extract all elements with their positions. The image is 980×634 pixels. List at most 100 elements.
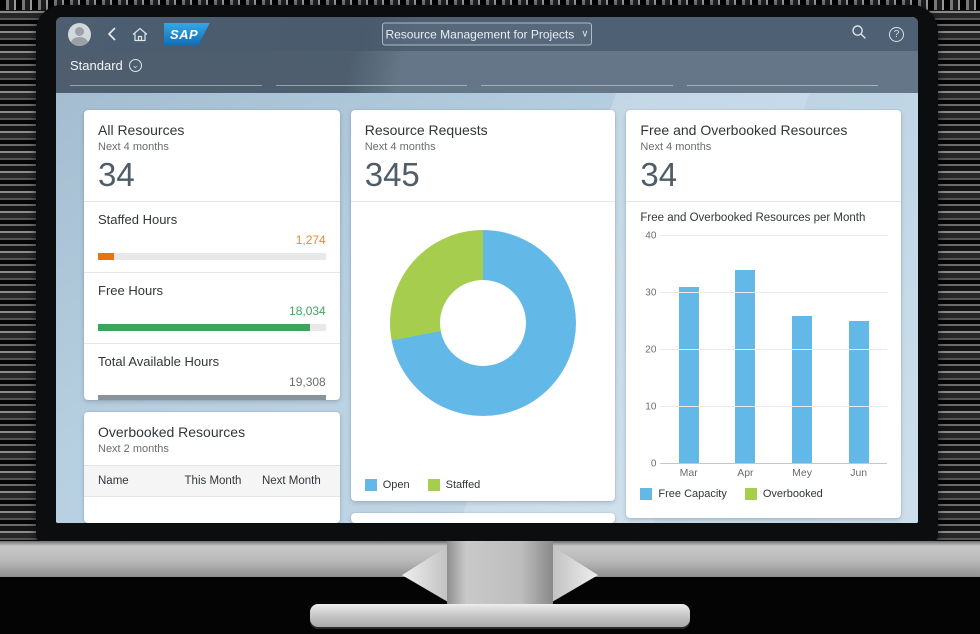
x-tick-label: Apr: [717, 467, 774, 479]
app-switcher-label: Resource Management for Projects: [385, 27, 574, 41]
kpi-value: 18,034: [98, 304, 326, 318]
monitor-mockup-scene: SAP Resource Management for Projects ∨ ?: [0, 0, 980, 634]
app-switcher-dropdown[interactable]: Resource Management for Projects ∨: [382, 23, 592, 46]
variant-label: Standard: [70, 58, 123, 73]
donut-legend: Open Staffed: [351, 470, 616, 501]
progress-fill: [98, 324, 310, 331]
y-tick-label: 30: [645, 288, 656, 299]
gridline: [660, 349, 887, 350]
card-title: Free and Overbooked Resources: [640, 122, 887, 138]
sap-logo: SAP: [164, 23, 210, 46]
legend-item-open: Open: [365, 479, 410, 491]
progress-fill: [98, 395, 326, 400]
bar-slot: [660, 236, 717, 463]
kpi-label: Free Hours: [98, 283, 326, 298]
bar-mey[interactable]: [792, 316, 812, 464]
overbooked-resources-card[interactable]: Overbooked Resources Next 2 months Name …: [84, 412, 340, 523]
kpi-label: Total Available Hours: [98, 354, 326, 369]
avatar-body-icon: [71, 37, 88, 46]
gridline: [660, 235, 887, 236]
card-title: Resource Requests: [365, 122, 602, 138]
legend-swatch: [745, 488, 757, 500]
bar-chart-bars: [660, 236, 887, 463]
x-tick-label: Jun: [830, 467, 887, 479]
filter-field[interactable]: [276, 74, 468, 86]
kpi-value: 19,308: [98, 375, 326, 389]
column-header-name[interactable]: Name: [98, 475, 185, 487]
x-tick-label: Mar: [660, 467, 717, 479]
filter-fields-row: [70, 74, 878, 86]
legend-label: Free Capacity: [658, 488, 726, 500]
bar-apr[interactable]: [735, 270, 755, 463]
bar-slot: [830, 236, 887, 463]
legend-swatch: [428, 479, 440, 491]
kpi-row-total-available-hours[interactable]: Total Available Hours 19,308: [84, 344, 340, 400]
kpi-row-free-hours[interactable]: Free Hours 18,034: [84, 273, 340, 344]
progress-track: [98, 253, 326, 260]
legend-item-free-capacity: Free Capacity: [640, 488, 726, 500]
partially-visible-card[interactable]: [351, 513, 616, 523]
chevron-down-icon: ∨: [581, 29, 588, 40]
bar-chart-y-axis: 010203040: [636, 236, 660, 464]
bar-slot: [717, 236, 774, 463]
app-header-bar: SAP Resource Management for Projects ∨ ?: [56, 17, 918, 51]
avatar-head-icon: [75, 27, 84, 36]
home-icon[interactable]: [132, 27, 148, 42]
gridline: [660, 406, 887, 407]
user-avatar[interactable]: [68, 23, 91, 46]
card-subtitle: Next 4 months: [365, 141, 602, 153]
filter-field[interactable]: [70, 74, 262, 86]
kpi-row-staffed-hours[interactable]: Staffed Hours 1,274: [84, 202, 340, 273]
kpi-value: 1,274: [98, 233, 326, 247]
bar-jun[interactable]: [849, 321, 869, 463]
progress-track: [98, 324, 326, 331]
monitor-stand-base: [310, 604, 690, 627]
legend-swatch: [640, 488, 652, 500]
variant-selector[interactable]: Standard ⌄: [70, 58, 142, 73]
free-overbooked-card[interactable]: Free and Overbooked Resources Next 4 mon…: [626, 110, 901, 518]
progress-fill: [98, 253, 114, 260]
donut-hole: [440, 280, 526, 366]
legend-item-staffed: Staffed: [428, 479, 481, 491]
filter-field[interactable]: [481, 74, 673, 86]
monitor-stand-column: [447, 541, 553, 613]
variant-chevron-icon: ⌄: [129, 59, 142, 72]
card-title: All Resources: [98, 122, 326, 138]
kpi-number: 34: [640, 157, 887, 193]
bar-chart-plot: [660, 236, 887, 464]
bar-chart-x-labels: MarAprMeyJun: [626, 464, 901, 479]
card-subtitle: Next 4 months: [98, 141, 326, 153]
card-title: Overbooked Resources: [98, 424, 326, 440]
help-icon[interactable]: ?: [889, 27, 904, 42]
column-header-this-month[interactable]: This Month: [185, 475, 262, 487]
y-tick-label: 10: [645, 402, 656, 413]
bar-chart: 010203040: [626, 226, 901, 464]
y-tick-label: 0: [651, 459, 657, 470]
all-resources-card[interactable]: All Resources Next 4 months 34 Staffed H…: [84, 110, 340, 400]
y-tick-label: 40: [645, 231, 656, 242]
card-subtitle: Next 4 months: [640, 141, 887, 153]
kpi-label: Staffed Hours: [98, 212, 326, 227]
donut-chart[interactable]: [390, 230, 576, 416]
resource-requests-card[interactable]: Resource Requests Next 4 months 345: [351, 110, 616, 501]
chart-title: Free and Overbooked Resources per Month: [626, 202, 901, 226]
search-icon[interactable]: [851, 24, 867, 45]
screen: SAP Resource Management for Projects ∨ ?: [56, 17, 918, 523]
column-header-next-month[interactable]: Next Month: [262, 475, 326, 487]
legend-label: Open: [383, 479, 410, 491]
legend-item-overbooked: Overbooked: [745, 488, 823, 500]
bar-chart-legend: Free Capacity Overbooked: [626, 479, 901, 510]
bar-mar[interactable]: [679, 287, 699, 463]
legend-swatch: [365, 479, 377, 491]
filter-field[interactable]: [687, 74, 879, 86]
filter-bar: Standard ⌄: [56, 51, 918, 93]
dashboard-content: All Resources Next 4 months 34 Staffed H…: [56, 93, 918, 523]
x-tick-label: Mey: [774, 467, 831, 479]
monitor-bezel: SAP Resource Management for Projects ∨ ?: [36, 5, 938, 541]
legend-label: Staffed: [446, 479, 481, 491]
table-header-row: Name This Month Next Month: [84, 465, 340, 497]
y-tick-label: 20: [645, 345, 656, 356]
back-icon[interactable]: [107, 27, 116, 41]
legend-label: Overbooked: [763, 488, 823, 500]
kpi-number: 34: [98, 157, 326, 193]
